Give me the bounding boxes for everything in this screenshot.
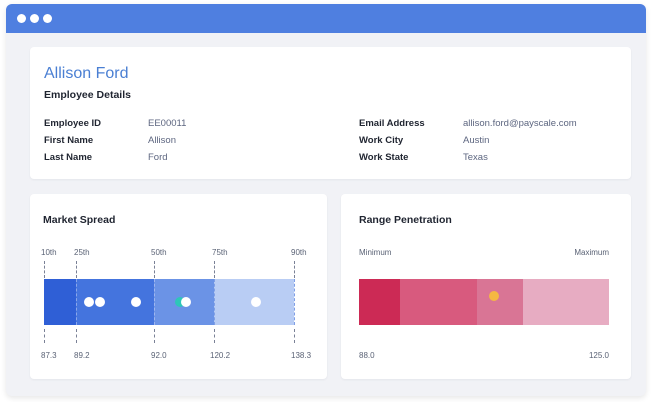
range-maximum-value: 125.0 xyxy=(588,351,609,360)
employee-pay-point[interactable] xyxy=(131,297,141,307)
first-name-label: First Name xyxy=(44,135,94,146)
app-window: Allison Ford Employee Details Employee I… xyxy=(6,4,646,396)
percentile-value-90th: 138.3 xyxy=(291,351,312,360)
range-penetration-card: Range Penetration Minimum Maximum 88.0 1… xyxy=(341,194,631,379)
last-name-label: Last Name xyxy=(44,152,93,163)
percentile-divider xyxy=(154,279,155,325)
window-control-dot[interactable] xyxy=(43,14,52,23)
percentile-marker-25th xyxy=(76,329,77,343)
percentile-value-25th: 89.2 xyxy=(74,351,90,360)
range-band-3 xyxy=(477,279,523,325)
percentile-divider xyxy=(214,279,215,325)
work-city-label: Work City xyxy=(359,135,404,146)
market-band-10-25 xyxy=(44,279,76,325)
percentile-value-75th: 120.2 xyxy=(210,351,231,360)
employee-details-card: Allison Ford Employee Details Employee I… xyxy=(30,47,631,179)
percentile-label-25th: 25th xyxy=(74,248,90,257)
work-state-label: Work State xyxy=(359,152,409,163)
window-control-dot[interactable] xyxy=(30,14,39,23)
market-spread-title: Market Spread xyxy=(43,214,116,226)
employee-pay-point[interactable] xyxy=(95,297,105,307)
work-city-value: Austin xyxy=(463,135,490,146)
percentile-marker-90th xyxy=(294,329,295,343)
percentile-marker-25th xyxy=(76,261,77,278)
percentile-divider xyxy=(76,279,77,325)
percentile-value-50th: 92.0 xyxy=(151,351,167,360)
employee-details-heading: Employee Details xyxy=(44,89,131,101)
employee-pay-point[interactable] xyxy=(181,297,191,307)
employee-id-value: EE00011 xyxy=(148,118,187,129)
market-spread-card: Market Spread 10th 25th 50th 75th 90th 8… xyxy=(30,194,327,379)
range-band-2 xyxy=(400,279,477,325)
range-band-1 xyxy=(359,279,400,325)
range-band-4 xyxy=(523,279,609,325)
percentile-marker-90th xyxy=(294,261,295,278)
percentile-marker-75th xyxy=(214,329,215,343)
percentile-label-10th: 10th xyxy=(41,248,57,257)
range-penetration-marker[interactable] xyxy=(489,291,499,301)
range-minimum-label: Minimum xyxy=(359,248,392,257)
employee-pay-point[interactable] xyxy=(251,297,261,307)
employee-id-label: Employee ID xyxy=(44,118,102,129)
percentile-marker-75th xyxy=(214,261,215,278)
email-address-label: Email Address xyxy=(359,118,425,129)
range-penetration-title: Range Penetration xyxy=(359,214,452,226)
work-state-value: Texas xyxy=(463,152,488,163)
percentile-divider xyxy=(294,279,295,325)
last-name-value: Ford xyxy=(148,152,168,163)
percentile-marker-50th xyxy=(154,329,155,343)
percentile-label-75th: 75th xyxy=(212,248,228,257)
email-address-value: allison.ford@payscale.com xyxy=(463,118,577,129)
range-maximum-label: Maximum xyxy=(574,248,609,257)
window-control-dot[interactable] xyxy=(17,14,26,23)
employee-name: Allison Ford xyxy=(44,65,129,82)
range-minimum-value: 88.0 xyxy=(359,351,375,360)
percentile-value-10th: 87.3 xyxy=(41,351,57,360)
percentile-marker-10th xyxy=(44,329,45,343)
percentile-label-90th: 90th xyxy=(291,248,307,257)
first-name-value: Allison xyxy=(148,135,176,146)
employee-pay-point[interactable] xyxy=(84,297,94,307)
percentile-marker-10th xyxy=(44,261,45,278)
percentile-label-50th: 50th xyxy=(151,248,167,257)
title-bar xyxy=(6,4,646,33)
percentile-marker-50th xyxy=(154,261,155,278)
